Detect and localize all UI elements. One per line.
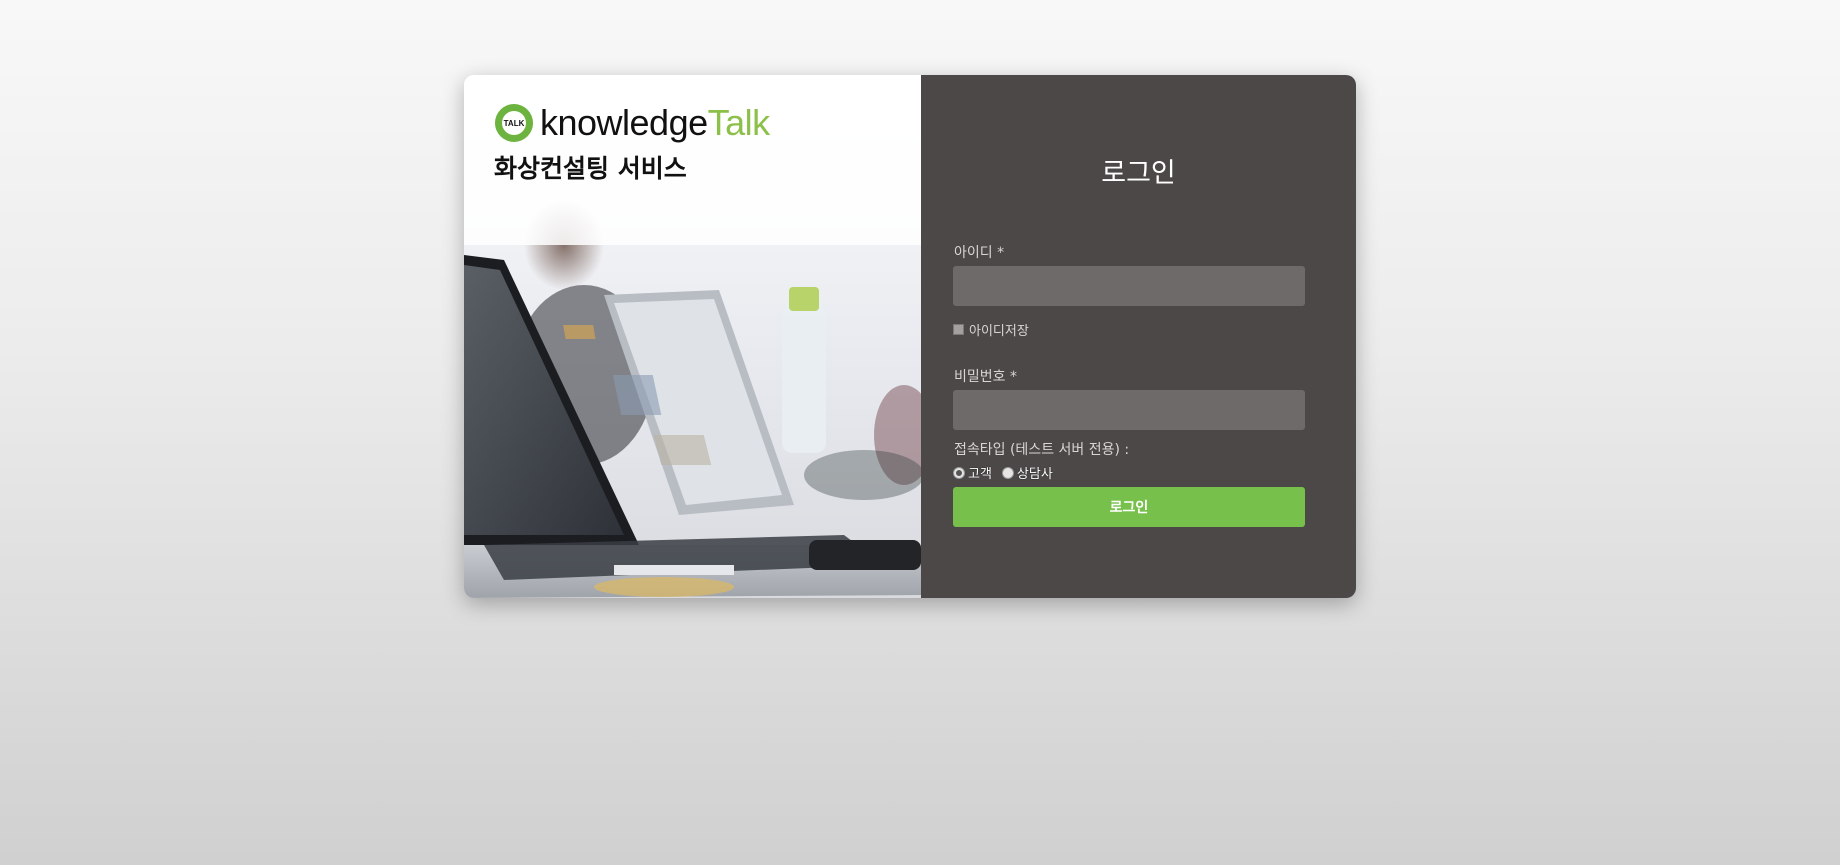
connect-type-group: 고객 상담사 — [953, 463, 1063, 482]
remember-id[interactable]: 아이디저장 — [953, 320, 1029, 339]
connect-type-consultant-radio[interactable] — [1001, 466, 1014, 479]
connect-type-customer-label: 고객 — [968, 467, 992, 482]
connect-type-customer-radio[interactable] — [953, 466, 965, 479]
id-input[interactable] — [953, 266, 1305, 306]
connect-type-label: 접속타입 (테스트 서버 전용) : — [954, 442, 1130, 458]
brand-name-part1: knowledge — [540, 102, 708, 143]
svg-text:TALK: TALK — [504, 119, 525, 128]
password-label: 비밀번호 * — [954, 369, 1017, 385]
brand-panel: TALK knowledgeTalk 화상컨설팅 서비스 — [464, 75, 921, 598]
connect-type-consultant-label: 상담사 — [1016, 467, 1053, 482]
brand-name: knowledgeTalk — [540, 102, 770, 144]
login-title: 로그인 — [1101, 158, 1176, 189]
password-input[interactable] — [953, 390, 1305, 430]
service-subtitle: 화상컨설팅 서비스 — [494, 154, 687, 183]
login-panel: 로그인 아이디 * 아이디저장 비밀번호 * 접속타입 (테스트 서버 전용) … — [921, 75, 1356, 598]
remember-id-label: 아이디저장 — [969, 324, 1029, 339]
knowledge-talk-badge-icon: TALK — [495, 104, 533, 142]
id-label: 아이디 * — [954, 245, 1005, 261]
brand-logo: TALK knowledgeTalk — [494, 102, 770, 144]
remember-id-checkbox[interactable] — [953, 324, 964, 335]
brand-name-part2: Talk — [707, 102, 771, 143]
login-card: TALK knowledgeTalk 화상컨설팅 서비스 로그인 아이디 * 아… — [464, 75, 1356, 598]
login-button[interactable]: 로그인 — [953, 487, 1305, 527]
